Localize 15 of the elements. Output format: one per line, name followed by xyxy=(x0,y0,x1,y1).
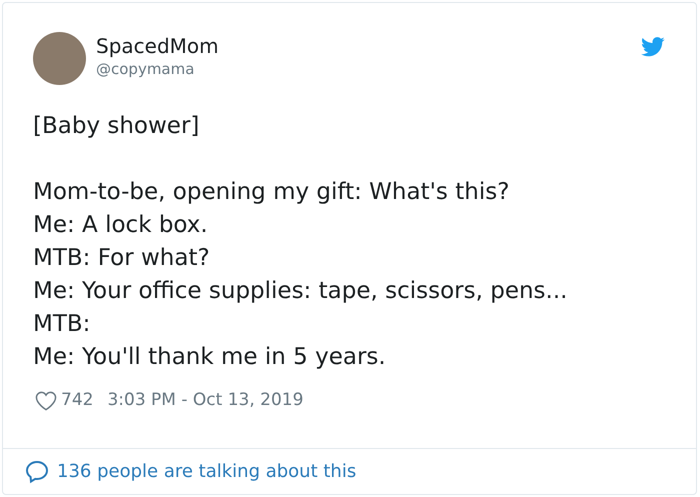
tweet-timestamp[interactable]: 3:03 PM - Oct 13, 2019 xyxy=(107,388,304,414)
like-count[interactable]: 742 xyxy=(61,388,94,414)
tweet-text-line: Me: A lock box. xyxy=(33,211,208,240)
tweet-text-line: Me: Your office supplies: tape, scissors, pens... xyxy=(33,277,568,306)
tweet-text-line: MTB: For what? xyxy=(33,244,210,273)
conversation-link[interactable]: 136 people are talking about this xyxy=(57,458,356,485)
tweet-text-line: [Baby shower] xyxy=(33,112,200,141)
heart-icon[interactable] xyxy=(35,391,57,411)
tweet-text-line: Me: You'll thank me in 5 years. xyxy=(33,343,386,372)
tweet-text-line: Mom-to-be, opening my gift: What's this? xyxy=(33,178,510,207)
bird-logo-icon[interactable] xyxy=(641,37,665,57)
tweet-text-line: MTB: xyxy=(33,310,90,339)
author-handle[interactable]: @copymama xyxy=(96,59,219,79)
speech-bubble-icon[interactable] xyxy=(25,460,49,484)
author-name[interactable]: SpacedMom xyxy=(96,33,219,59)
